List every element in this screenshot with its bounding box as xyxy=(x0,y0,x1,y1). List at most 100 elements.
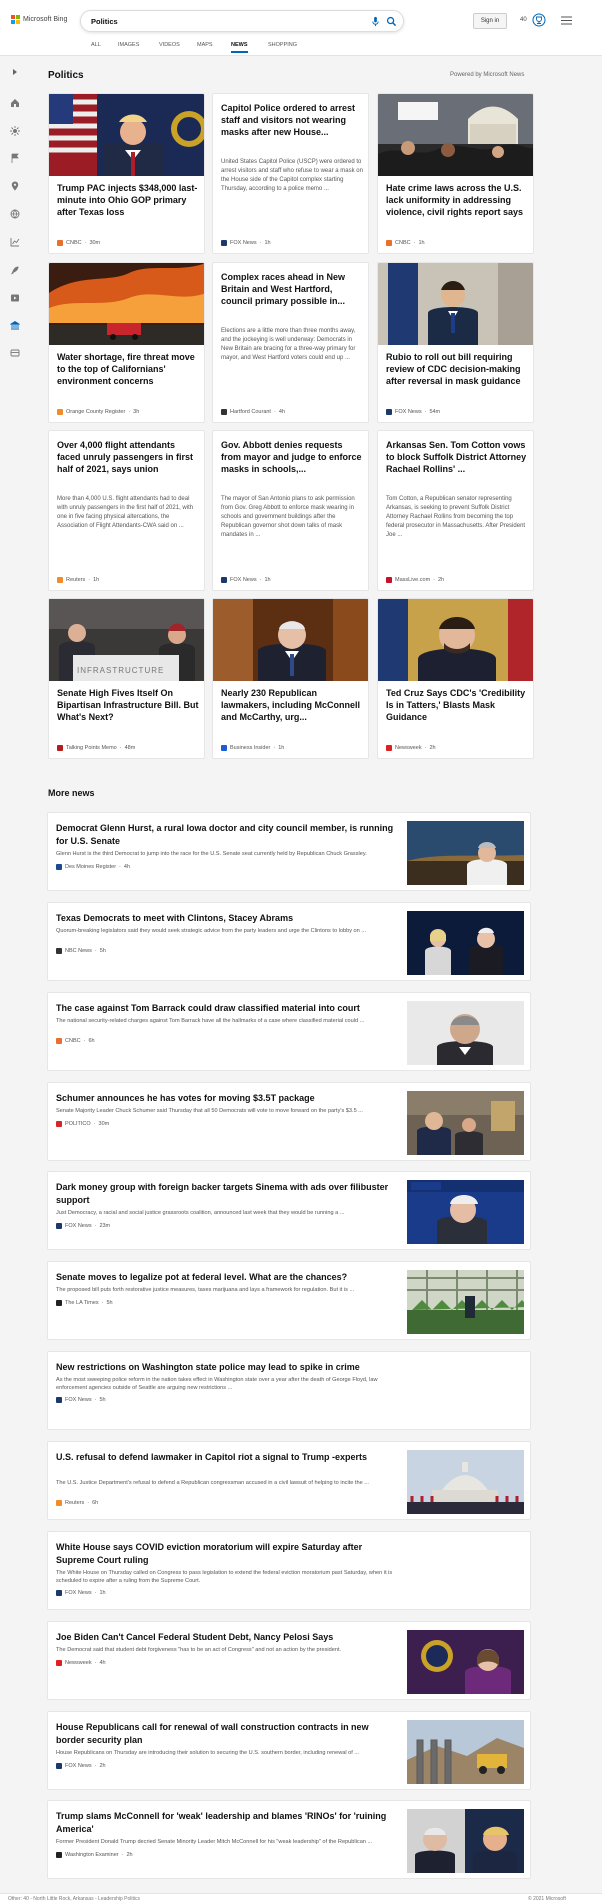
news-card-title[interactable]: Ted Cruz Says CDC's 'Credibility Is in T… xyxy=(386,687,528,723)
tab-images[interactable]: IMAGES xyxy=(118,42,139,48)
news-card-title[interactable]: Senate High Fives Itself On Bipartisan I… xyxy=(57,687,199,723)
news-item-source[interactable]: FOX News · 23m xyxy=(56,1223,110,1229)
news-card-image[interactable] xyxy=(378,94,533,176)
news-list-item[interactable]: U.S. refusal to defend lawmaker in Capit… xyxy=(47,1441,531,1520)
search-box[interactable]: Politics xyxy=(80,10,404,32)
search-icon[interactable] xyxy=(386,16,397,27)
news-card-title[interactable]: Rubio to roll out bill requiring review … xyxy=(386,351,528,387)
news-item-image[interactable] xyxy=(407,1450,524,1514)
news-card-source[interactable]: FOX News · 54m xyxy=(386,409,440,415)
news-item-image[interactable] xyxy=(407,1091,524,1155)
news-card-title[interactable]: Nearly 230 Republican lawmakers, includi… xyxy=(221,687,363,723)
news-list-item[interactable]: The case against Tom Barrack could draw … xyxy=(47,992,531,1071)
news-list-item[interactable]: Democrat Glenn Hurst, a rural Iowa docto… xyxy=(47,812,531,891)
news-item-title[interactable]: White House says COVID eviction moratori… xyxy=(56,1541,396,1567)
news-card-source[interactable]: Hartford Courant · 4h xyxy=(221,409,285,415)
news-card-source[interactable]: CNBC · 1h xyxy=(386,240,425,246)
politics-capitol-icon[interactable] xyxy=(10,320,20,330)
news-card-source[interactable]: CNBC · 30m xyxy=(57,240,100,246)
news-card[interactable]: Gov. Abbott denies requests from mayor a… xyxy=(212,430,369,591)
flag-icon[interactable] xyxy=(10,153,20,163)
news-list-item[interactable]: Trump slams McConnell for 'weak' leaders… xyxy=(47,1800,531,1879)
news-item-title[interactable]: U.S. refusal to defend lawmaker in Capit… xyxy=(56,1451,396,1464)
news-item-title[interactable]: Democrat Glenn Hurst, a rural Iowa docto… xyxy=(56,822,396,848)
sports-icon[interactable] xyxy=(10,348,20,358)
news-item-source[interactable]: FOX News · 1h xyxy=(56,1590,106,1596)
location-icon[interactable] xyxy=(10,181,20,191)
tab-videos[interactable]: VIDEOS xyxy=(159,42,180,48)
news-list-item[interactable]: Joe Biden Can't Cancel Federal Student D… xyxy=(47,1621,531,1700)
news-item-image[interactable] xyxy=(407,911,524,975)
news-item-title[interactable]: The case against Tom Barrack could draw … xyxy=(56,1002,396,1015)
bing-logo[interactable]: Microsoft Bing xyxy=(11,15,67,24)
news-card-source[interactable]: Newsweek · 2h xyxy=(386,745,436,751)
home-icon[interactable] xyxy=(10,98,20,108)
news-list-item[interactable]: White House says COVID eviction moratori… xyxy=(47,1531,531,1610)
news-card-source[interactable]: Reuters · 1h xyxy=(57,577,99,583)
tab-all[interactable]: ALL xyxy=(91,42,101,48)
news-item-title[interactable]: Texas Democrats to meet with Clintons, S… xyxy=(56,912,396,925)
news-item-image[interactable] xyxy=(407,1270,524,1334)
news-item-title[interactable]: Schumer announces he has votes for movin… xyxy=(56,1092,396,1105)
tab-maps[interactable]: MAPS xyxy=(197,42,213,48)
search-query[interactable]: Politics xyxy=(91,17,118,26)
news-card-image[interactable] xyxy=(378,599,533,681)
news-item-source[interactable]: CNBC · 6h xyxy=(56,1038,95,1044)
news-item-image[interactable] xyxy=(407,1720,524,1784)
news-card-image[interactable] xyxy=(378,263,533,345)
news-item-source[interactable]: NBC News · 5h xyxy=(56,948,106,954)
reward-points[interactable]: 40 xyxy=(520,17,527,23)
news-list-item[interactable]: Schumer announces he has votes for movin… xyxy=(47,1082,531,1161)
microphone-icon[interactable] xyxy=(370,16,381,27)
news-item-image[interactable] xyxy=(407,1001,524,1065)
news-item-source[interactable]: Washington Examiner · 2h xyxy=(56,1852,133,1858)
news-card[interactable]: Rubio to roll out bill requiring review … xyxy=(377,262,534,423)
news-card-source[interactable]: FOX News · 1h xyxy=(221,577,271,583)
news-card[interactable]: Water shortage, fire threat move to the … xyxy=(48,262,205,423)
news-list-item[interactable]: Dark money group with foreign backer tar… xyxy=(47,1171,531,1250)
news-card-title[interactable]: Gov. Abbott denies requests from mayor a… xyxy=(221,439,363,475)
news-card-source[interactable]: MassLive.com · 2h xyxy=(386,577,444,583)
news-item-title[interactable]: Joe Biden Can't Cancel Federal Student D… xyxy=(56,1631,396,1644)
news-item-source[interactable]: POLITICO · 30m xyxy=(56,1121,109,1127)
news-card-title[interactable]: Arkansas Sen. Tom Cotton vows to block S… xyxy=(386,439,528,475)
news-card[interactable]: Hate crime laws across the U.S. lack uni… xyxy=(377,93,534,254)
news-card-image[interactable] xyxy=(49,263,204,345)
news-list-item[interactable]: Senate moves to legalize pot at federal … xyxy=(47,1261,531,1340)
rewards-trophy-icon[interactable] xyxy=(532,13,546,27)
sign-in-button[interactable]: Sign in xyxy=(473,13,507,29)
tab-news[interactable]: NEWS xyxy=(231,42,248,53)
expand-rail-icon[interactable] xyxy=(10,67,20,77)
news-item-source[interactable]: Newsweek · 4h xyxy=(56,1660,106,1666)
covid-icon[interactable] xyxy=(10,126,20,136)
science-rocket-icon[interactable] xyxy=(10,265,20,275)
news-item-source[interactable]: FOX News · 5h xyxy=(56,1397,106,1403)
news-card[interactable]: Senate High Fives Itself On Bipartisan I… xyxy=(48,598,205,759)
news-item-title[interactable]: House Republicans call for renewal of wa… xyxy=(56,1721,396,1747)
news-item-source[interactable]: Des Moines Register · 4h xyxy=(56,864,130,870)
news-list-item[interactable]: House Republicans call for renewal of wa… xyxy=(47,1711,531,1790)
news-item-title[interactable]: Dark money group with foreign backer tar… xyxy=(56,1181,396,1207)
news-card[interactable]: Complex races ahead in New Britain and W… xyxy=(212,262,369,423)
news-card[interactable]: Capitol Police ordered to arrest staff a… xyxy=(212,93,369,254)
news-card-source[interactable]: Business Insider · 1h xyxy=(221,745,284,751)
news-card[interactable]: Nearly 230 Republican lawmakers, includi… xyxy=(212,598,369,759)
news-card-source[interactable]: Orange County Register · 3h xyxy=(57,409,139,415)
menu-icon[interactable] xyxy=(561,16,572,25)
news-item-title[interactable]: New restrictions on Washington state pol… xyxy=(56,1361,396,1374)
news-item-title[interactable]: Trump slams McConnell for 'weak' leaders… xyxy=(56,1810,396,1836)
news-card-title[interactable]: Over 4,000 flight attendants faced unrul… xyxy=(57,439,199,475)
entertainment-icon[interactable] xyxy=(10,293,20,303)
news-item-source[interactable]: The LA Times · 5h xyxy=(56,1300,113,1306)
news-card-image[interactable] xyxy=(49,94,204,176)
news-item-source[interactable]: Reuters · 6h xyxy=(56,1500,98,1506)
news-item-image[interactable] xyxy=(407,821,524,885)
news-card-image[interactable] xyxy=(213,599,368,681)
powered-by-label[interactable]: Powered by Microsoft News xyxy=(450,72,524,78)
tab-shopping[interactable]: SHOPPING xyxy=(268,42,297,48)
news-card-source[interactable]: FOX News · 1h xyxy=(221,240,271,246)
news-item-source[interactable]: FOX News · 2h xyxy=(56,1763,106,1769)
business-chart-icon[interactable] xyxy=(10,237,20,247)
news-card-title[interactable]: Capitol Police ordered to arrest staff a… xyxy=(221,102,363,138)
news-list-item[interactable]: Texas Democrats to meet with Clintons, S… xyxy=(47,902,531,981)
